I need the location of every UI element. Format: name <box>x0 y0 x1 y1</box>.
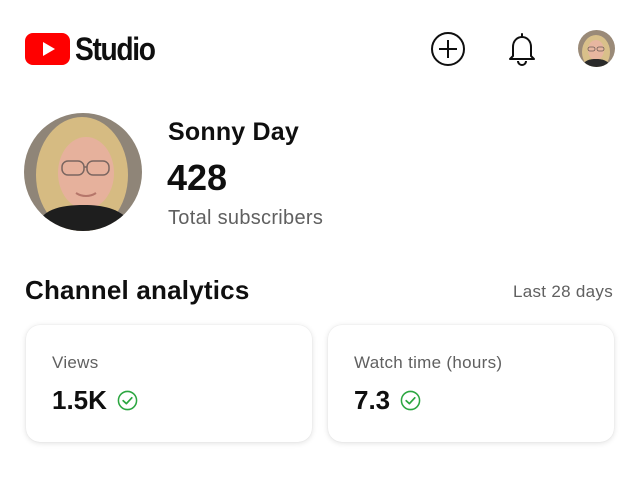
check-circle-icon <box>400 390 421 411</box>
account-avatar[interactable] <box>578 30 615 67</box>
avatar-image <box>578 30 615 67</box>
channel-avatar[interactable] <box>24 113 142 231</box>
check-circle-icon <box>117 390 138 411</box>
watch-time-label: Watch time (hours) <box>354 353 503 372</box>
youtube-play-icon <box>25 33 70 65</box>
watch-time-value: 7.3 <box>354 385 391 415</box>
subscriber-label: Total subscribers <box>168 207 324 229</box>
top-app-bar: Studio <box>0 0 640 100</box>
views-value: 1.5K <box>52 385 107 415</box>
views-card[interactable]: Views 1.5K <box>26 325 312 442</box>
watch-time-card[interactable]: Watch time (hours) 7.3 <box>328 325 614 442</box>
studio-dashboard: Studio Sonny Day 428 Total subscribers C… <box>0 0 640 480</box>
create-plus-icon <box>431 32 465 66</box>
watch-time-value-row: 7.3 <box>354 385 421 416</box>
subscriber-count: 428 <box>167 157 228 198</box>
period-selector[interactable]: Last 28 days <box>513 282 613 302</box>
studio-logo[interactable]: Studio <box>25 32 166 66</box>
analytics-title: Channel analytics <box>25 275 250 305</box>
bell-icon <box>509 33 535 66</box>
channel-avatar-image <box>24 113 142 231</box>
create-button[interactable] <box>429 30 467 68</box>
notifications-button[interactable] <box>503 30 541 68</box>
views-label: Views <box>52 353 99 372</box>
logo-text: Studio <box>75 31 156 67</box>
views-value-row: 1.5K <box>52 385 138 416</box>
channel-name: Sonny Day <box>168 118 299 146</box>
